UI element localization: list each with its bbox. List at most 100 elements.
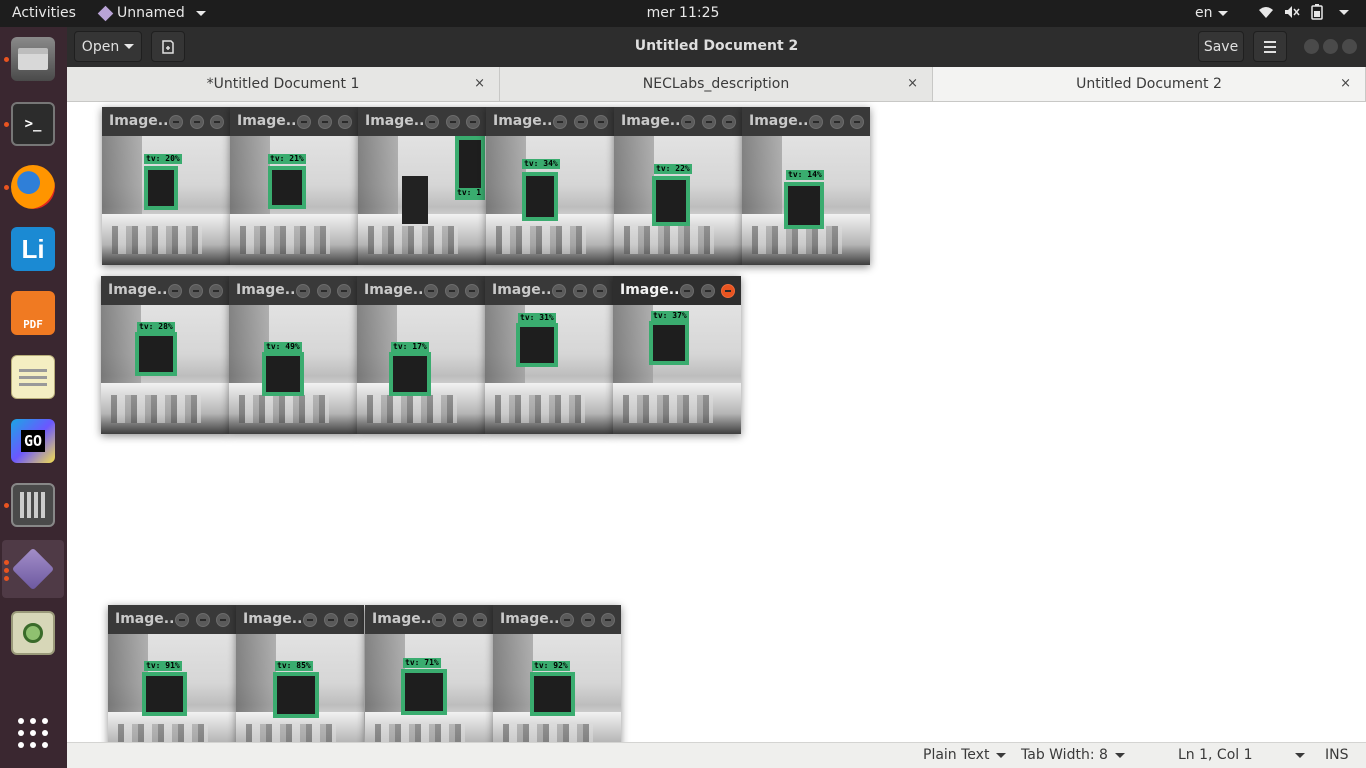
image-window-titlebar[interactable]: Image...	[229, 276, 357, 305]
close-icon[interactable]	[337, 284, 351, 298]
minimize-icon[interactable]	[424, 284, 438, 298]
close-icon[interactable]	[344, 613, 358, 627]
close-icon[interactable]	[466, 115, 480, 129]
save-button[interactable]: Save	[1198, 31, 1244, 62]
cursor-position-selector[interactable]: Ln 1, Col 1	[1178, 747, 1305, 763]
maximize-icon[interactable]	[702, 115, 716, 129]
image-window-titlebar[interactable]: Image...	[485, 276, 613, 305]
image-window-titlebar[interactable]: Image...	[101, 276, 229, 305]
maximize-icon[interactable]	[581, 613, 595, 627]
close-tab-icon[interactable]: ×	[474, 76, 485, 91]
minimize-icon[interactable]	[681, 115, 695, 129]
dock-item-files[interactable]	[2, 30, 64, 88]
tab-width-selector[interactable]: Tab Width: 8	[1021, 747, 1125, 763]
close-icon[interactable]	[209, 284, 223, 298]
maximize-icon[interactable]	[574, 115, 588, 129]
new-document-button[interactable]	[151, 31, 185, 62]
dock-item-image-viewer[interactable]	[2, 604, 64, 662]
maximize-icon[interactable]	[196, 613, 210, 627]
maximize-icon[interactable]	[324, 613, 338, 627]
language-indicator[interactable]: en	[1195, 5, 1228, 21]
image-window-focused[interactable]: Image... tv: 37%	[613, 276, 741, 434]
image-window-titlebar[interactable]: Image...	[365, 605, 493, 634]
image-window[interactable]: Image... tv: 92%	[493, 605, 621, 763]
close-icon[interactable]	[210, 115, 224, 129]
dock-item-calculator[interactable]	[2, 476, 64, 534]
dock-item-firefox[interactable]	[2, 158, 64, 216]
close-icon[interactable]	[338, 115, 352, 129]
dock-item-goland[interactable]: GO	[2, 412, 64, 470]
image-window[interactable]: Image... tv: 17%	[357, 276, 485, 434]
minimize-icon[interactable]	[175, 613, 189, 627]
minimize-icon[interactable]	[553, 115, 567, 129]
image-window[interactable]: Image... tv: 21%	[230, 107, 358, 265]
show-applications-button[interactable]	[2, 704, 64, 762]
image-window[interactable]: Image... tv: 1	[358, 107, 486, 265]
image-window-titlebar[interactable]: Image...	[614, 107, 742, 136]
language-selector[interactable]: Plain Text	[923, 747, 1007, 763]
minimize-icon[interactable]	[169, 115, 183, 129]
image-window[interactable]: Image... tv: 20%	[102, 107, 230, 265]
image-window[interactable]: Image... tv: 14%	[742, 107, 870, 265]
hamburger-menu-button[interactable]	[1253, 31, 1287, 62]
image-window-titlebar[interactable]: Image...	[236, 605, 364, 634]
minimize-icon[interactable]	[432, 613, 446, 627]
app-menu[interactable]: Unnamed	[97, 5, 206, 21]
minimize-button[interactable]	[1304, 39, 1319, 54]
close-icon[interactable]	[721, 284, 735, 298]
dock-item-unnamed[interactable]	[2, 540, 64, 598]
minimize-icon[interactable]	[303, 613, 317, 627]
close-icon[interactable]	[601, 613, 615, 627]
image-window-titlebar[interactable]: Image...	[613, 276, 741, 305]
dock-item-text-editor[interactable]	[2, 348, 64, 406]
insert-mode-indicator[interactable]: INS	[1325, 747, 1349, 763]
system-menu[interactable]	[1258, 4, 1349, 20]
maximize-button[interactable]	[1323, 39, 1338, 54]
open-button[interactable]: Open	[74, 31, 142, 62]
maximize-icon[interactable]	[830, 115, 844, 129]
maximize-icon[interactable]	[453, 613, 467, 627]
close-tab-icon[interactable]: ×	[1340, 76, 1351, 91]
maximize-icon[interactable]	[701, 284, 715, 298]
minimize-icon[interactable]	[297, 115, 311, 129]
image-window[interactable]: Image... tv: 34%	[486, 107, 614, 265]
image-window[interactable]: Image... tv: 31%	[485, 276, 613, 434]
close-icon[interactable]	[594, 115, 608, 129]
tab-neclabs-description[interactable]: NECLabs_description ×	[500, 67, 933, 101]
close-icon[interactable]	[465, 284, 479, 298]
maximize-icon[interactable]	[446, 115, 460, 129]
maximize-icon[interactable]	[573, 284, 587, 298]
close-tab-icon[interactable]: ×	[907, 76, 918, 91]
image-window-titlebar[interactable]: Image...	[108, 605, 236, 634]
minimize-icon[interactable]	[168, 284, 182, 298]
close-icon[interactable]	[722, 115, 736, 129]
maximize-icon[interactable]	[318, 115, 332, 129]
activities-button[interactable]: Activities	[12, 5, 76, 21]
maximize-icon[interactable]	[445, 284, 459, 298]
close-icon[interactable]	[593, 284, 607, 298]
close-icon[interactable]	[473, 613, 487, 627]
image-window-titlebar[interactable]: Image...	[493, 605, 621, 634]
close-icon[interactable]	[216, 613, 230, 627]
image-window-titlebar[interactable]: Image...	[486, 107, 614, 136]
maximize-icon[interactable]	[189, 284, 203, 298]
image-window-titlebar[interactable]: Image...	[102, 107, 230, 136]
maximize-icon[interactable]	[190, 115, 204, 129]
tab-untitled-document-2[interactable]: Untitled Document 2 ×	[933, 67, 1366, 101]
image-window-titlebar[interactable]: Image...	[358, 107, 486, 136]
dock-item-pdf[interactable]: PDF	[2, 284, 64, 342]
minimize-icon[interactable]	[296, 284, 310, 298]
minimize-icon[interactable]	[680, 284, 694, 298]
maximize-icon[interactable]	[317, 284, 331, 298]
image-window[interactable]: Image... tv: 91%	[108, 605, 236, 763]
image-window-titlebar[interactable]: Image...	[357, 276, 485, 305]
minimize-icon[interactable]	[425, 115, 439, 129]
image-window[interactable]: Image... tv: 22%	[614, 107, 742, 265]
tab-untitled-document-1[interactable]: *Untitled Document 1 ×	[67, 67, 500, 101]
minimize-icon[interactable]	[560, 613, 574, 627]
minimize-icon[interactable]	[809, 115, 823, 129]
image-window-titlebar[interactable]: Image...	[742, 107, 870, 136]
minimize-icon[interactable]	[552, 284, 566, 298]
image-window[interactable]: Image... tv: 28%	[101, 276, 229, 434]
image-window[interactable]: Image... tv: 49%	[229, 276, 357, 434]
